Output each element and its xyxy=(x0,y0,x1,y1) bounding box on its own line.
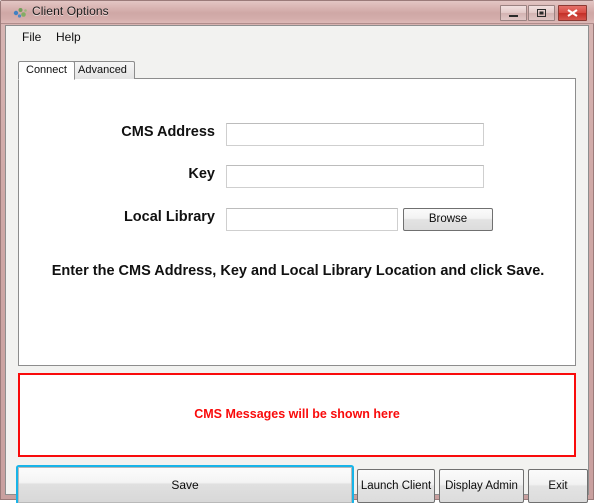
client-options-window: Client Options File Help Connect Advance… xyxy=(0,0,594,503)
save-button[interactable]: Save xyxy=(18,467,352,503)
minimize-button[interactable] xyxy=(500,5,527,21)
instruction-text: Enter the CMS Address, Key and Local Lib… xyxy=(51,263,545,279)
display-admin-button[interactable]: Display Admin xyxy=(439,469,524,503)
window-client-area: File Help Connect Advanced CMS Address K… xyxy=(5,25,589,503)
exit-button[interactable]: Exit xyxy=(528,469,588,503)
connect-tab-panel: CMS Address Key Local Library Browse Ent… xyxy=(18,78,576,366)
form-row-local-library: Local Library Browse xyxy=(19,208,577,232)
launch-client-button[interactable]: Launch Client xyxy=(357,469,435,503)
maximize-button[interactable] xyxy=(528,5,555,21)
browse-button[interactable]: Browse xyxy=(403,208,493,231)
form-row-key: Key xyxy=(19,165,577,189)
cms-address-label: CMS Address xyxy=(121,124,215,140)
local-library-label: Local Library xyxy=(123,209,215,225)
key-input[interactable] xyxy=(226,165,484,188)
tab-connect[interactable]: Connect xyxy=(18,61,75,80)
key-label: Key xyxy=(188,166,215,182)
app-icon xyxy=(12,5,28,21)
tab-strip: Connect Advanced xyxy=(18,61,576,80)
title-bar[interactable]: Client Options xyxy=(1,1,594,24)
cms-messages-text: CMS Messages will be shown here xyxy=(194,407,400,421)
form-row-cms-address: CMS Address xyxy=(19,123,577,147)
cms-address-input[interactable] xyxy=(226,123,484,146)
menu-item-help[interactable]: Help xyxy=(51,29,86,45)
cms-messages-panel: CMS Messages will be shown here xyxy=(18,373,576,457)
menu-bar: File Help xyxy=(6,26,588,47)
menu-item-file[interactable]: File xyxy=(17,29,46,45)
tab-advanced[interactable]: Advanced xyxy=(70,61,135,79)
local-library-input[interactable] xyxy=(226,208,398,231)
close-button[interactable] xyxy=(558,5,587,21)
window-title: Client Options xyxy=(32,4,109,18)
